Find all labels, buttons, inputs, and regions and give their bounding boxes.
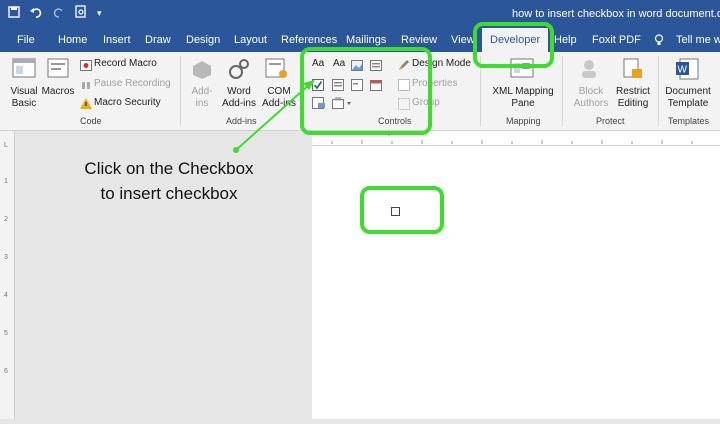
checkbox-highlight (360, 186, 444, 234)
controls-group-highlight (300, 47, 432, 135)
developer-tab-highlight (473, 22, 554, 68)
